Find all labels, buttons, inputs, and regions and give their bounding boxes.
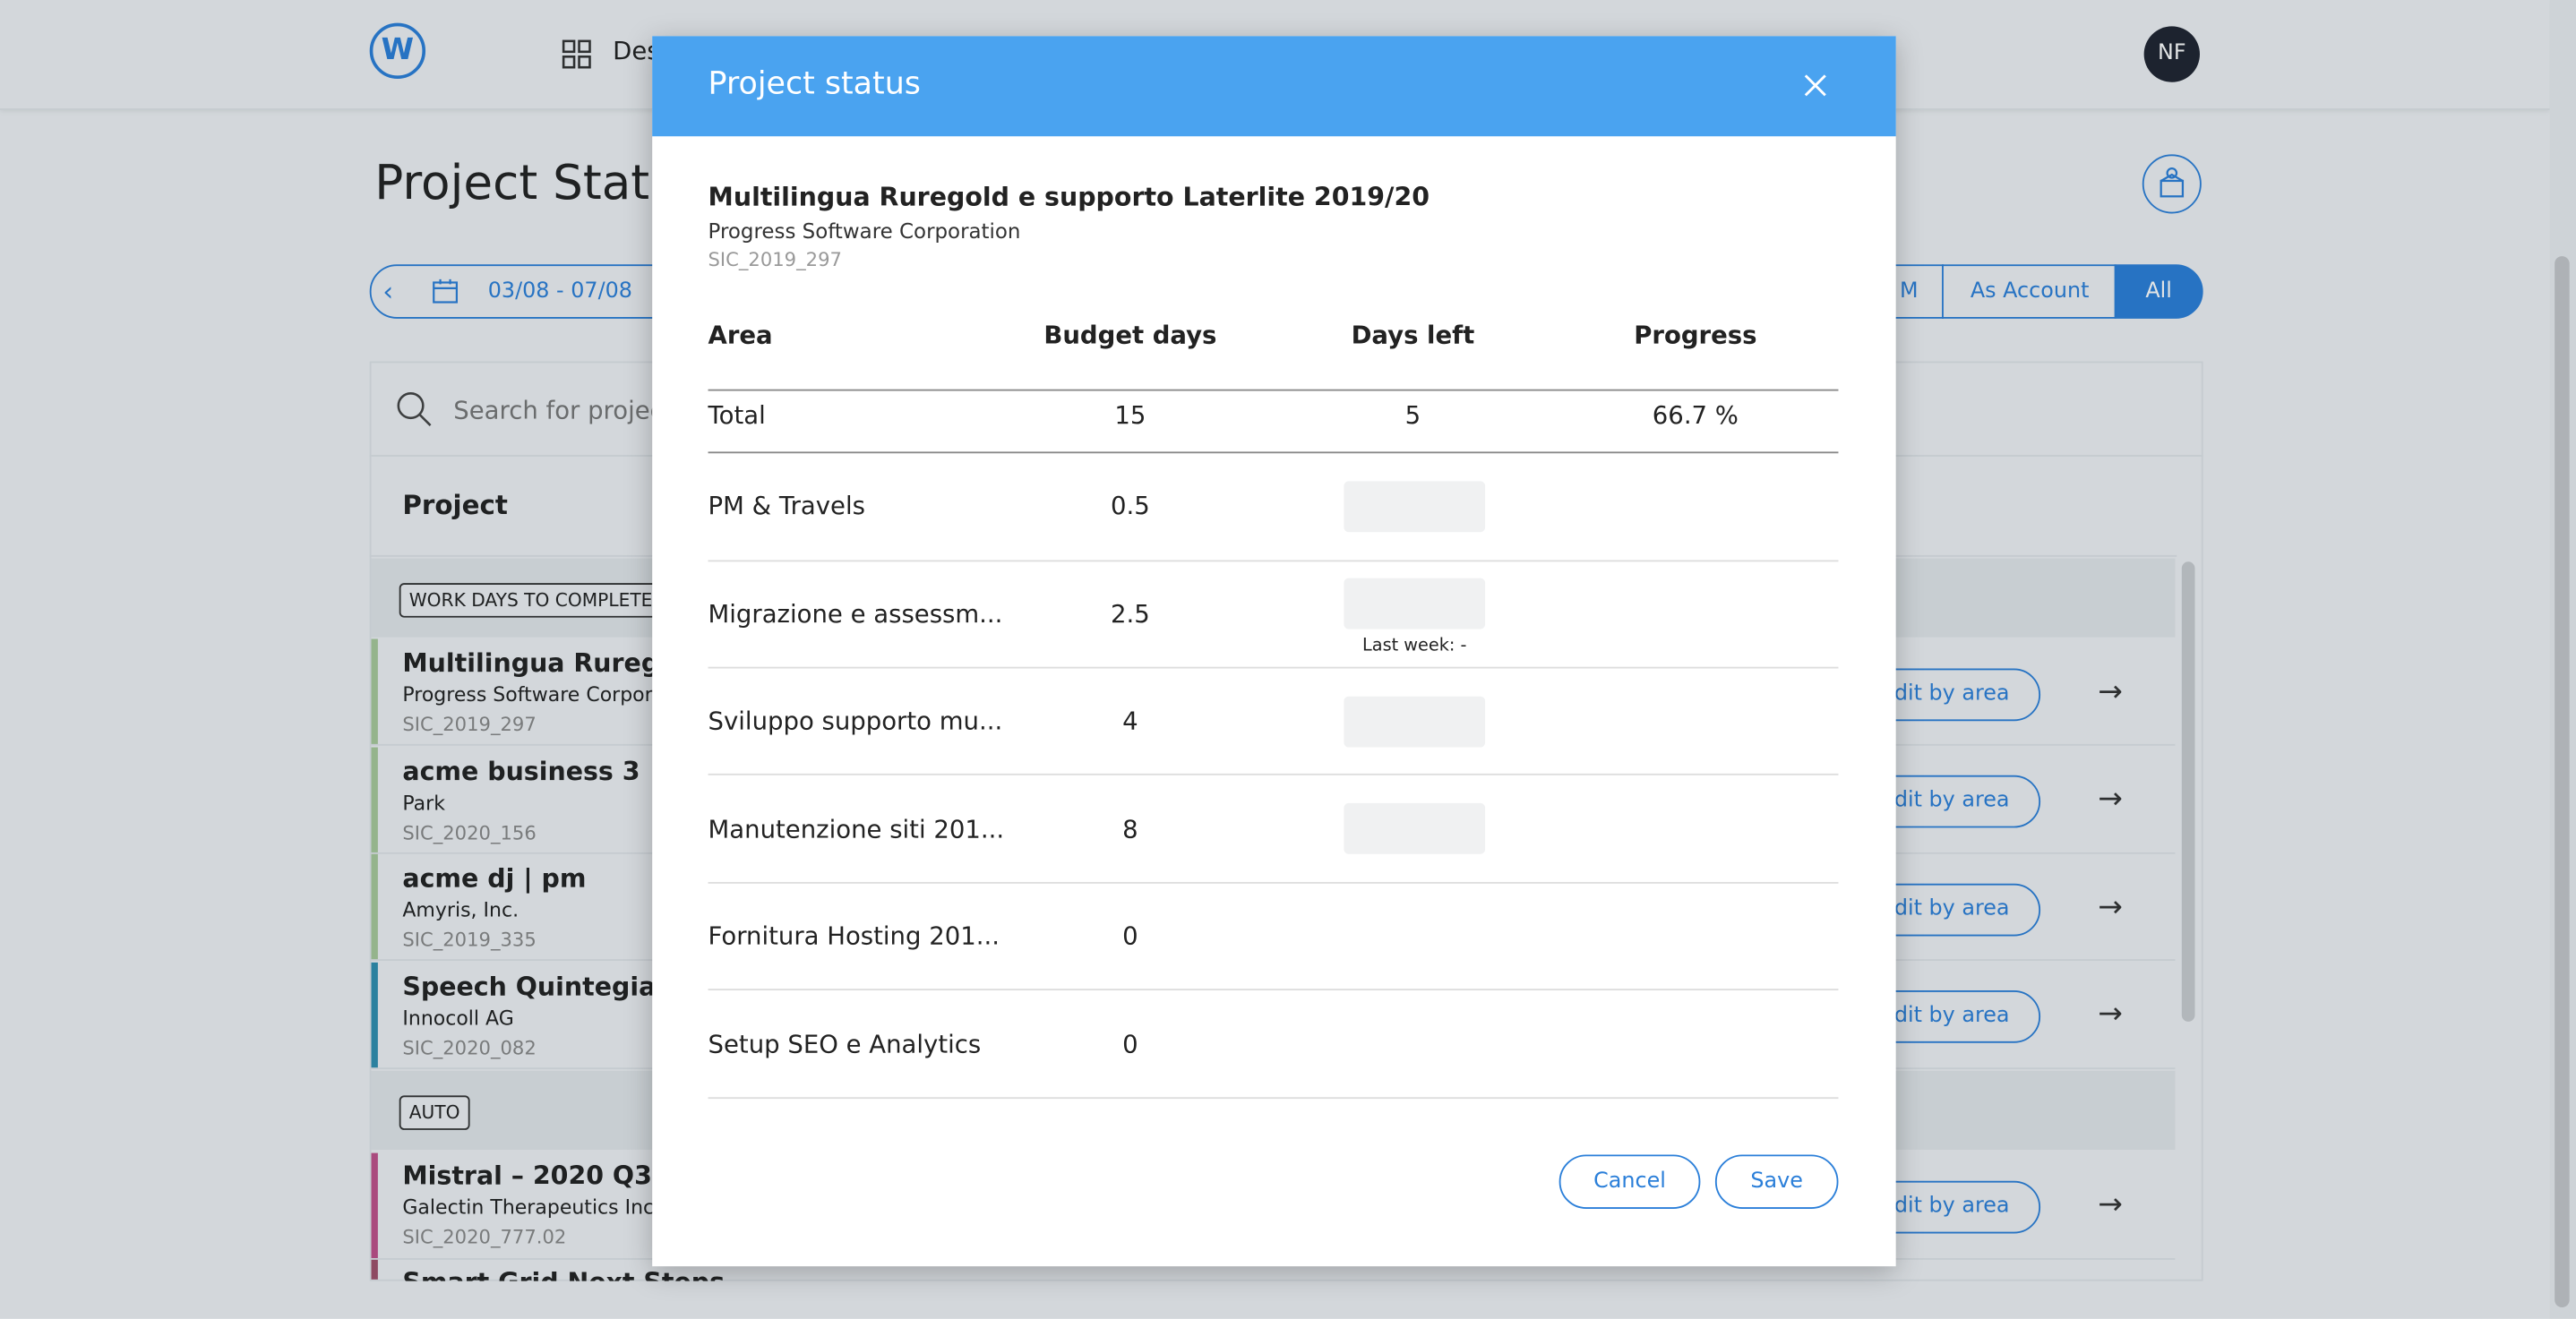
area-name: PM & Travels: [708, 491, 865, 521]
area-budget: 0: [1122, 921, 1138, 952]
modal-title: Project status: [708, 65, 921, 102]
divider: [708, 451, 1839, 454]
header-progress: Progress: [1634, 320, 1757, 350]
area-name: Fornitura Hosting 201...: [708, 921, 1000, 952]
divider: [708, 389, 1839, 391]
days-left-input[interactable]: [1344, 696, 1486, 748]
total-days-left: 5: [1404, 400, 1421, 431]
area-budget: 0: [1122, 1030, 1138, 1060]
total-progress: 66.7 %: [1652, 400, 1739, 431]
area-budget: 8: [1122, 814, 1138, 844]
divider: [708, 560, 1839, 562]
divider: [708, 773, 1839, 775]
area-name: Manutenzione siti 201...: [708, 814, 1005, 844]
days-left-input[interactable]: [1344, 481, 1486, 533]
divider: [708, 989, 1839, 991]
days-left-input[interactable]: [1344, 578, 1486, 630]
area-budget: 2.5: [1111, 599, 1150, 630]
total-label: Total: [708, 400, 766, 431]
area-name: Setup SEO e Analytics: [708, 1030, 982, 1060]
total-budget: 15: [1114, 400, 1146, 431]
divider: [708, 666, 1839, 669]
days-left-input[interactable]: [1344, 802, 1486, 854]
save-button[interactable]: Save: [1714, 1154, 1839, 1209]
header-budget-days: Budget days: [1043, 320, 1217, 350]
close-icon[interactable]: [1800, 71, 1830, 100]
modal-code: SIC_2019_297: [708, 247, 842, 271]
header-area: Area: [708, 320, 773, 350]
modal-client: Progress Software Corporation: [708, 218, 1021, 244]
area-budget: 0.5: [1111, 491, 1150, 521]
area-name: Migrazione e assessm...: [708, 599, 1003, 630]
header-days-left: Days left: [1351, 320, 1475, 350]
cancel-button[interactable]: Cancel: [1558, 1154, 1701, 1209]
area-name: Sviluppo supporto mu...: [708, 706, 1003, 736]
divider: [708, 881, 1839, 884]
last-week-note: Last week: -: [1362, 635, 1467, 655]
modal-project-name: Multilingua Ruregold e supporto Laterlit…: [708, 182, 1430, 212]
area-budget: 4: [1122, 706, 1138, 736]
divider: [708, 1097, 1839, 1100]
